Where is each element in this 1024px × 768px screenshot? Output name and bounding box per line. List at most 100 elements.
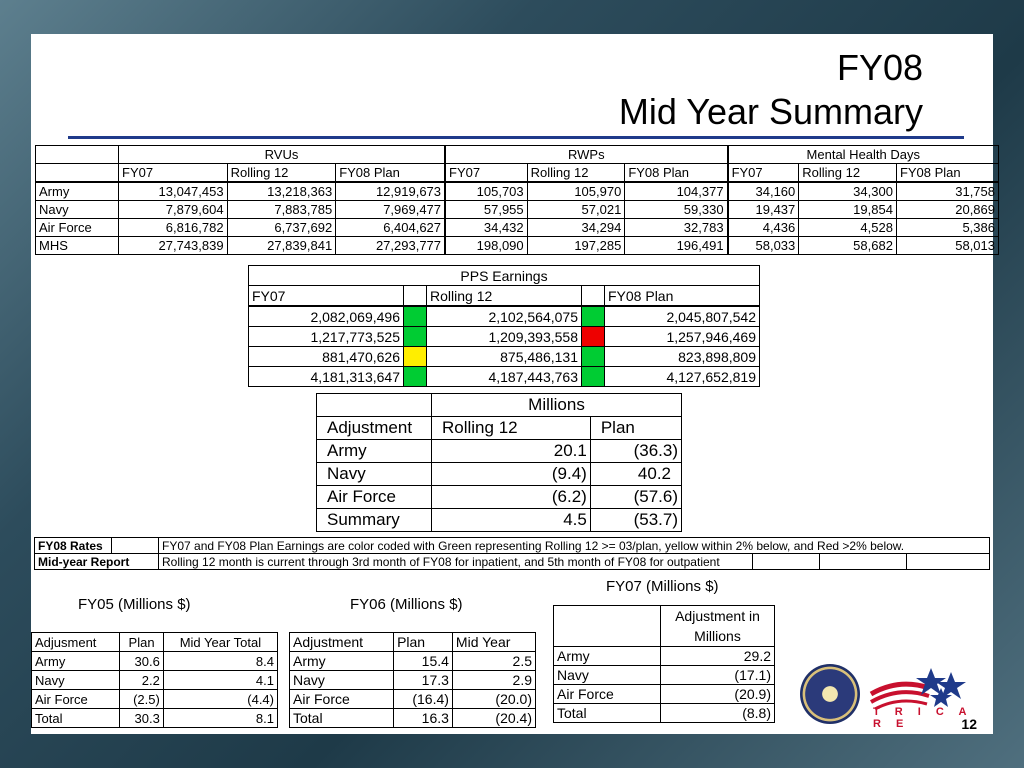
cell: 7,969,477 — [335, 200, 446, 219]
cell: 12,919,673 — [335, 181, 446, 201]
pps-plan: 4,127,652,819 — [604, 366, 760, 387]
cell: 6,737,692 — [226, 218, 337, 237]
pps-r12: 4,187,443,763 — [426, 366, 582, 387]
cell: 19,437 — [726, 200, 800, 219]
cell: 4.5 — [431, 508, 591, 532]
cell: 57,955 — [444, 200, 528, 219]
cell: 34,160 — [726, 181, 800, 201]
col-head: Mid Year Total — [162, 632, 279, 652]
table-row: 881,470,626 875,486,131 823,898,809 — [248, 346, 760, 367]
millions-label: Millions — [431, 393, 682, 417]
table-header: Adjustment in Millions — [553, 605, 775, 647]
table-row: Army 30.6 8.4 — [30, 651, 279, 671]
row-label: Army — [30, 651, 121, 671]
cell: 19,854 — [798, 200, 897, 219]
row-label: Air Force — [553, 684, 661, 704]
adj-header-row: Adjustment Rolling 12 Plan — [316, 416, 683, 440]
title-line-2: Mid Year Summary — [618, 91, 923, 132]
cell: 20,869 — [895, 200, 1000, 219]
row-label: Army — [35, 181, 119, 201]
status-swatch — [581, 346, 605, 367]
cell: 29.2 — [660, 646, 775, 666]
pps-fy07: 1,217,773,525 — [248, 326, 404, 347]
page-number: 12 — [961, 716, 977, 732]
table-row: Navy 17.3 2.9 — [288, 670, 537, 690]
cell: 6,404,627 — [335, 218, 446, 237]
status-swatch — [581, 305, 605, 327]
cell: 2.5 — [451, 651, 537, 671]
row-label: MHS — [35, 236, 119, 255]
pps-r12: 2,102,564,075 — [426, 305, 582, 327]
table-row: Navy 2.2 4.1 — [30, 670, 279, 690]
note-row: FY08 Rates FY07 and FY08 Plan Earnings a… — [34, 537, 990, 554]
corner-cell — [35, 145, 119, 164]
cell: 58,682 — [798, 236, 897, 255]
spacer-cell — [819, 553, 907, 570]
table-row: Air Force (20.9) — [553, 684, 775, 704]
row-label: Total — [288, 708, 395, 728]
cell: 198,090 — [444, 236, 528, 255]
cell: 4.1 — [162, 670, 279, 690]
spacer-cell — [752, 553, 820, 570]
pps-fy07: 4,181,313,647 — [248, 366, 404, 387]
cell: (16.4) — [393, 689, 453, 709]
pps-earnings-table: PPS Earnings FY07 Rolling 12 FY08 Plan 2… — [248, 265, 760, 387]
cell: (53.7) — [589, 508, 683, 532]
pps-col-plan: FY08 Plan — [604, 285, 760, 307]
table-row: Army 15.4 2.5 — [288, 651, 537, 671]
cell: 197,285 — [526, 236, 626, 255]
cell: 13,047,453 — [118, 181, 228, 201]
row-label: Summary — [316, 508, 432, 532]
sub-header-row: FY07 Rolling 12 FY08 Plan FY07 Rolling 1… — [35, 163, 1000, 183]
corner-cell — [316, 393, 432, 417]
cell: (2.5) — [119, 689, 164, 709]
col-rvu-r12: Rolling 12 — [226, 163, 337, 183]
col-rwp-r12: Rolling 12 — [526, 163, 626, 183]
cell: 4,528 — [798, 218, 897, 237]
cell: 7,879,604 — [118, 200, 228, 219]
cell: 34,300 — [798, 181, 897, 201]
millions-row: Millions — [316, 393, 682, 417]
cell: 59,330 — [624, 200, 729, 219]
row-label: Air Force — [35, 218, 119, 237]
table-header: Adjustment Plan Mid Year — [288, 632, 537, 652]
col-rvu-plan: FY08 Plan — [335, 163, 446, 183]
table-row: Navy 7,879,604 7,883,785 7,969,477 57,95… — [35, 200, 1000, 219]
cell: 17.3 — [393, 670, 453, 690]
row-label: Total — [30, 708, 121, 728]
table-row: Army 20.1 (36.3) — [316, 439, 683, 463]
pps-plan: 2,045,807,542 — [604, 305, 760, 327]
fy07-table: Adjustment in Millions Army 29.2 Navy (17.… — [553, 605, 775, 723]
cell: (4.4) — [162, 689, 279, 709]
cell: 196,491 — [624, 236, 729, 255]
cell: 2.2 — [119, 670, 164, 690]
col-head: Adjusment — [30, 632, 121, 652]
note-text: FY07 and FY08 Plan Earnings are color co… — [158, 537, 990, 554]
pps-header-row: FY07 Rolling 12 FY08 Plan — [248, 285, 760, 307]
cell: 105,970 — [526, 181, 626, 201]
table-row: MHS 27,743,839 27,839,841 27,293,777 198… — [35, 236, 1000, 255]
cell: 13,218,363 — [226, 181, 337, 201]
status-swatch — [403, 346, 427, 367]
row-label: Army — [553, 646, 661, 666]
fy05-table: Adjusment Plan Mid Year Total Army 30.6 8.… — [30, 632, 279, 728]
col-rvu-fy07: FY07 — [118, 163, 228, 183]
cell: (8.8) — [660, 703, 775, 723]
cell: 6,816,782 — [118, 218, 228, 237]
row-label: Navy — [35, 200, 119, 219]
cell: 32,783 — [624, 218, 729, 237]
cell: 104,377 — [624, 181, 729, 201]
table-row: Air Force (6.2) (57.6) — [316, 485, 683, 509]
cell: 8.4 — [162, 651, 279, 671]
status-swatch — [403, 366, 427, 387]
row-label: Total — [553, 703, 661, 723]
table-row: 1,217,773,525 1,209,393,558 1,257,946,46… — [248, 326, 760, 347]
cell: (6.2) — [431, 485, 591, 509]
fy07-caption: FY07 (Millions $) — [606, 578, 719, 595]
slide: FY08 Mid Year Summary RVUs RWPs Mental H… — [30, 34, 1000, 734]
group-mental-health: Mental Health Days — [726, 145, 999, 164]
cell: 4,436 — [726, 218, 800, 237]
group-rwps: RWPs — [444, 145, 729, 164]
col-head: Plan — [393, 632, 453, 652]
col-rwp-plan: FY08 Plan — [624, 163, 729, 183]
